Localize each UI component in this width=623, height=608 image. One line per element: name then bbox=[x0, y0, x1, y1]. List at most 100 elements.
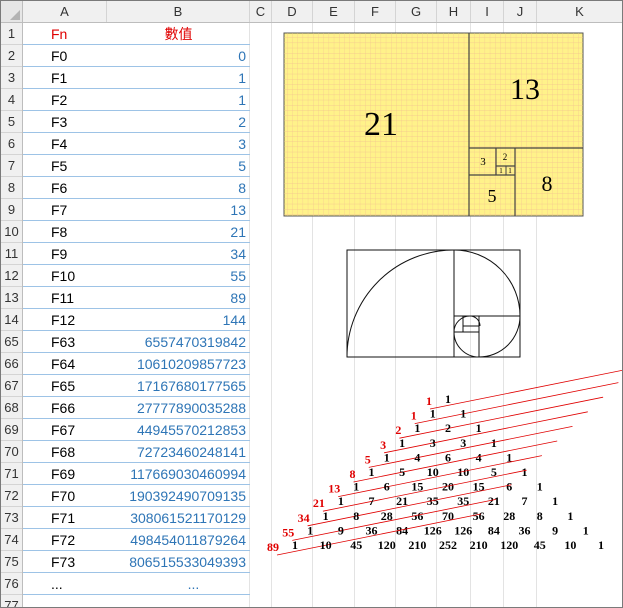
row-header-72[interactable]: 72 bbox=[1, 485, 22, 507]
cell-fn-label[interactable]: F12 bbox=[23, 309, 107, 331]
cell-fn-value[interactable]: 21 bbox=[107, 221, 250, 243]
row-header-13[interactable]: 13 bbox=[1, 287, 22, 309]
cell-fn-label[interactable]: F2 bbox=[23, 89, 107, 111]
column-header-h[interactable]: H bbox=[437, 1, 471, 22]
cell-fn-label[interactable]: F69 bbox=[23, 463, 107, 485]
cell-fn-value[interactable]: 308061521170129 bbox=[107, 507, 250, 529]
table-row: F66 27777890035288 bbox=[23, 397, 622, 419]
row-header-2[interactable]: 2 bbox=[1, 45, 22, 67]
cell-fn-value[interactable]: 5 bbox=[107, 155, 250, 177]
cell-fn-value[interactable]: 17167680177565 bbox=[107, 375, 250, 397]
cell-fn-label[interactable]: F65 bbox=[23, 375, 107, 397]
cell-fn-value[interactable]: 34 bbox=[107, 243, 250, 265]
row-header-9[interactable]: 9 bbox=[1, 199, 22, 221]
cell-fn-value[interactable]: 0 bbox=[107, 45, 250, 67]
cell-fn-value[interactable]: 6557470319842 bbox=[107, 331, 250, 353]
row-header-67[interactable]: 67 bbox=[1, 375, 22, 397]
cell-fn-label[interactable]: F67 bbox=[23, 419, 107, 441]
cell-fn-label[interactable]: ... bbox=[23, 573, 107, 595]
cell-fn-label[interactable]: F6 bbox=[23, 177, 107, 199]
cell-fn-label[interactable]: F0 bbox=[23, 45, 107, 67]
cell-fn-value[interactable]: 44945570212853 bbox=[107, 419, 250, 441]
row-header-65[interactable]: 65 bbox=[1, 331, 22, 353]
header-cell-fn[interactable]: Fn bbox=[23, 23, 107, 45]
cell-fn-label[interactable]: F10 bbox=[23, 265, 107, 287]
table-row: F67 44945570212853 bbox=[23, 419, 622, 441]
table-row: F73 806515533049393 bbox=[23, 551, 622, 573]
row-header-1[interactable]: 1 bbox=[1, 23, 22, 45]
cell-fn-label[interactable]: F63 bbox=[23, 331, 107, 353]
cell-fn-label[interactable]: F68 bbox=[23, 441, 107, 463]
row-header-10[interactable]: 10 bbox=[1, 221, 22, 243]
cell-fn-label[interactable]: F5 bbox=[23, 155, 107, 177]
row-header-74[interactable]: 74 bbox=[1, 529, 22, 551]
cell-fn-label[interactable]: F9 bbox=[23, 243, 107, 265]
cell-fn-label[interactable]: F71 bbox=[23, 507, 107, 529]
select-all-corner[interactable] bbox=[1, 1, 23, 23]
cell-fn-value[interactable]: 8 bbox=[107, 177, 250, 199]
row-header-70[interactable]: 70 bbox=[1, 441, 22, 463]
cell-fn-value[interactable]: 498454011879264 bbox=[107, 529, 250, 551]
table-row: F2 1 bbox=[23, 89, 622, 111]
table-row: F69 117669030460994 bbox=[23, 463, 622, 485]
table-row: F0 0 bbox=[23, 45, 622, 67]
cell-fn-label[interactable]: F72 bbox=[23, 529, 107, 551]
cell-fn-label[interactable]: F1 bbox=[23, 67, 107, 89]
row-header-3[interactable]: 3 bbox=[1, 67, 22, 89]
cell-fn-value[interactable]: 117669030460994 bbox=[107, 463, 250, 485]
cell-fn-label[interactable]: F8 bbox=[23, 221, 107, 243]
row-header-75[interactable]: 75 bbox=[1, 551, 22, 573]
row-header-5[interactable]: 5 bbox=[1, 111, 22, 133]
cell-fn-label[interactable]: F66 bbox=[23, 397, 107, 419]
row-header-73[interactable]: 73 bbox=[1, 507, 22, 529]
cell-fn-value[interactable]: 89 bbox=[107, 287, 250, 309]
row-header-4[interactable]: 4 bbox=[1, 89, 22, 111]
column-header-k[interactable]: K bbox=[537, 1, 622, 22]
cell-fn-label[interactable]: F11 bbox=[23, 287, 107, 309]
cell-fn-label[interactable]: F7 bbox=[23, 199, 107, 221]
cell-fn-value[interactable]: 13 bbox=[107, 199, 250, 221]
row-header-66[interactable]: 66 bbox=[1, 353, 22, 375]
column-header-a[interactable]: A bbox=[23, 1, 107, 22]
cell-fn-value[interactable]: 1 bbox=[107, 67, 250, 89]
cell-fn-value[interactable]: 1 bbox=[107, 89, 250, 111]
cell-fn-label[interactable]: F73 bbox=[23, 551, 107, 573]
cell-fn-value[interactable]: 10610209857723 bbox=[107, 353, 250, 375]
column-header-d[interactable]: D bbox=[272, 1, 313, 22]
cell-fn-value[interactable]: 3 bbox=[107, 133, 250, 155]
column-header-g[interactable]: G bbox=[396, 1, 437, 22]
header-cell-value[interactable]: 數值 bbox=[107, 23, 250, 45]
cell-fn-value[interactable]: 806515533049393 bbox=[107, 551, 250, 573]
column-header-j[interactable]: J bbox=[504, 1, 537, 22]
row-header-69[interactable]: 69 bbox=[1, 419, 22, 441]
row-header-7[interactable]: 7 bbox=[1, 155, 22, 177]
column-header-b[interactable]: B bbox=[107, 1, 250, 22]
cell-fn-value[interactable] bbox=[107, 595, 250, 607]
cell-fn-label[interactable]: F70 bbox=[23, 485, 107, 507]
cell-fn-value[interactable]: 190392490709135 bbox=[107, 485, 250, 507]
cell-fn-label[interactable]: F64 bbox=[23, 353, 107, 375]
row-header-8[interactable]: 8 bbox=[1, 177, 22, 199]
row-header-76[interactable]: 76 bbox=[1, 573, 22, 595]
cell-fn-label[interactable]: F3 bbox=[23, 111, 107, 133]
table-row: F4 3 bbox=[23, 133, 622, 155]
cell-fn-label[interactable]: F4 bbox=[23, 133, 107, 155]
column-header-f[interactable]: F bbox=[355, 1, 396, 22]
cell-fn-value[interactable]: 72723460248141 bbox=[107, 441, 250, 463]
column-header-c[interactable]: C bbox=[250, 1, 272, 22]
cell-fn-value[interactable]: 27777890035288 bbox=[107, 397, 250, 419]
row-header-77[interactable]: 77 bbox=[1, 595, 22, 607]
cell-fn-value[interactable]: 2 bbox=[107, 111, 250, 133]
row-header-68[interactable]: 68 bbox=[1, 397, 22, 419]
cell-fn-value[interactable]: 144 bbox=[107, 309, 250, 331]
row-header-71[interactable]: 71 bbox=[1, 463, 22, 485]
row-header-12[interactable]: 12 bbox=[1, 265, 22, 287]
cell-fn-value[interactable]: ... bbox=[107, 573, 250, 595]
column-header-i[interactable]: I bbox=[471, 1, 504, 22]
row-header-6[interactable]: 6 bbox=[1, 133, 22, 155]
row-header-14[interactable]: 14 bbox=[1, 309, 22, 331]
column-header-e[interactable]: E bbox=[313, 1, 355, 22]
cell-fn-label[interactable] bbox=[23, 595, 107, 607]
cell-fn-value[interactable]: 55 bbox=[107, 265, 250, 287]
row-header-11[interactable]: 11 bbox=[1, 243, 22, 265]
